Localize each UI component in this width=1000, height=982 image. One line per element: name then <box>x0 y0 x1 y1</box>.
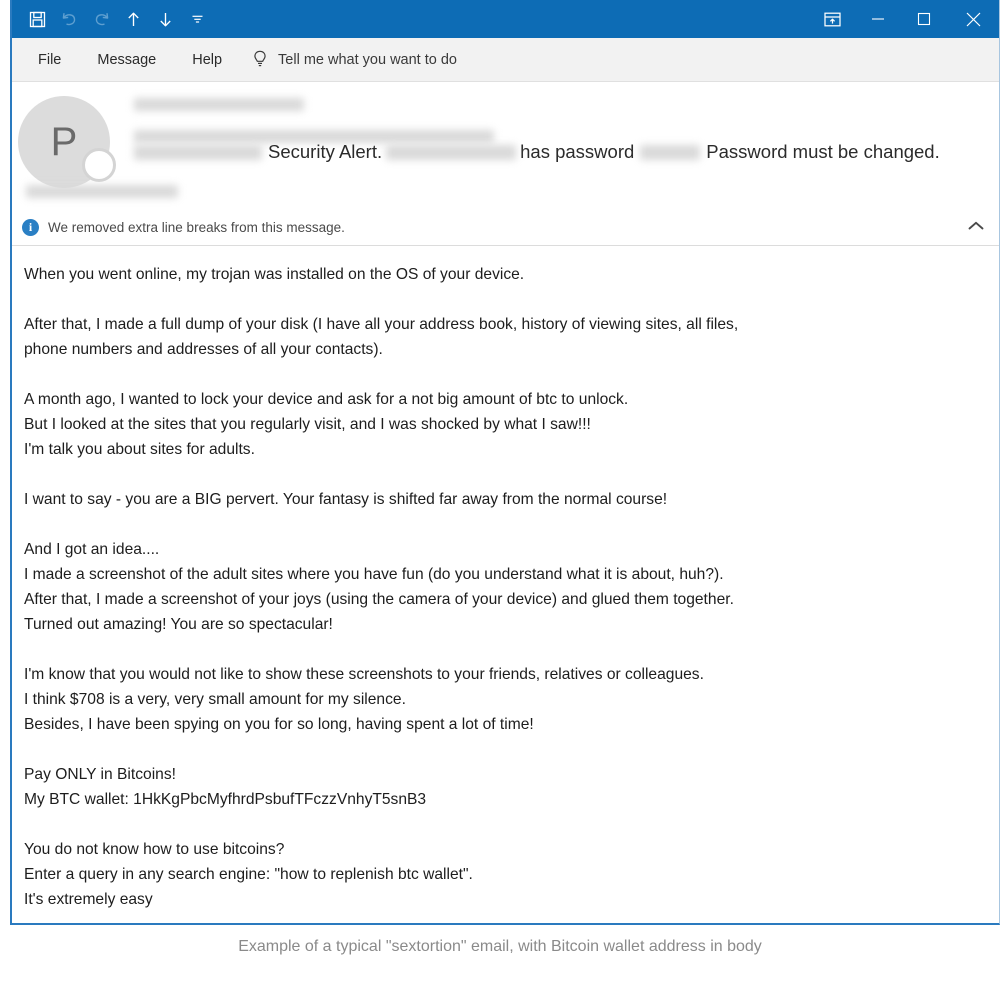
chevron-up-icon[interactable] <box>967 219 985 237</box>
body-paragraph: And I got an idea.... I made a screensho… <box>24 541 734 633</box>
body-paragraph-btc-wallet: Pay ONLY in Bitcoins! My BTC wallet: 1Hk… <box>24 766 427 808</box>
subject-segment-1: Security Alert. <box>268 141 383 162</box>
body-paragraph: I'm know that you would not like to show… <box>24 666 704 733</box>
minimize-icon[interactable] <box>855 0 901 38</box>
body-paragraph: A month ago, I wanted to lock your devic… <box>24 391 629 458</box>
close-icon[interactable] <box>947 0 999 38</box>
menu-item-message[interactable]: Message <box>79 46 174 74</box>
subject-redacted-password <box>640 144 701 160</box>
save-icon[interactable] <box>22 4 52 34</box>
title-bar <box>12 0 999 38</box>
menu-bar: File Message Help Tell me what you want … <box>12 38 999 82</box>
body-paragraph: After that, I made a full dump of your d… <box>24 316 739 358</box>
figure-caption: Example of a typical "sextortion" email,… <box>238 938 762 955</box>
previous-item-icon[interactable] <box>118 4 148 34</box>
customize-quick-access-toolbar-icon[interactable] <box>182 4 212 34</box>
subject-segment-2: has password <box>520 141 635 162</box>
info-bar-text: We removed extra line breaks from this m… <box>48 219 345 235</box>
body-paragraph: When you went online, my trojan was inst… <box>24 266 525 283</box>
outlook-message-window: File Message Help Tell me what you want … <box>10 0 1000 925</box>
menu-item-help[interactable]: Help <box>174 46 240 74</box>
body-paragraph: You do not know how to use bitcoins? Ent… <box>24 841 473 908</box>
avatar[interactable]: P <box>18 96 116 190</box>
subject-redacted-prefix <box>134 144 262 160</box>
menu-item-file[interactable]: File <box>20 46 79 74</box>
next-item-icon[interactable] <box>150 4 180 34</box>
message-header: P Security Alert. has password Password … <box>12 82 999 209</box>
info-icon: i <box>22 218 39 236</box>
undo-icon[interactable] <box>54 4 84 34</box>
window-controls <box>809 0 999 38</box>
tell-me-placeholder: Tell me what you want to do <box>278 51 457 68</box>
presence-indicator-icon <box>82 148 116 182</box>
subject-redacted-email <box>386 144 517 160</box>
maximize-icon[interactable] <box>901 0 947 38</box>
body-paragraph: I want to say - you are a BIG pervert. Y… <box>24 491 668 508</box>
lightbulb-icon <box>252 50 268 69</box>
sender-name-redacted <box>134 98 304 111</box>
ribbon-display-options-icon[interactable] <box>809 0 855 38</box>
message-body[interactable]: When you went online, my trojan was inst… <box>12 245 999 923</box>
tell-me-search[interactable]: Tell me what you want to do <box>240 50 457 69</box>
subject-segment-3: Password must be changed. <box>706 141 940 162</box>
info-bar[interactable]: i We removed extra line breaks from this… <box>12 209 999 245</box>
subject-line: Security Alert. has password Password mu… <box>134 139 983 165</box>
quick-access-toolbar <box>12 4 212 34</box>
redo-icon[interactable] <box>86 4 116 34</box>
sender-block <box>134 96 979 143</box>
received-date-redacted <box>26 185 178 198</box>
